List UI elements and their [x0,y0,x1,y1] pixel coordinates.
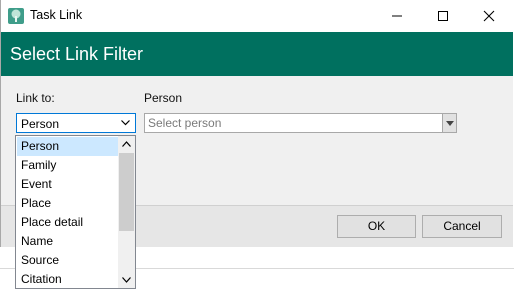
maximize-icon [438,11,448,21]
window-title: Task Link [30,8,83,22]
minimize-button[interactable] [375,0,421,32]
maximize-button[interactable] [421,0,467,32]
person-input-box [144,113,443,133]
list-item-source[interactable]: Source [17,251,119,270]
list-item-name[interactable]: Name [17,232,119,251]
list-item-place-detail[interactable]: Place detail [17,213,119,232]
cancel-button[interactable]: Cancel [422,215,502,238]
list-item-citation[interactable]: Citation [17,270,119,289]
list-scrollbar[interactable] [118,136,135,288]
person-dropdown-button[interactable] [442,113,457,133]
person-label: Person [144,91,183,105]
link-to-dropdown-list: Person Family Event Place Place detail N… [15,135,136,289]
dialog-header: Select Link Filter [1,32,513,76]
dialog-title: Select Link Filter [10,44,144,64]
list-item-event[interactable]: Event [17,175,119,194]
list-item-family[interactable]: Family [17,156,119,175]
minimize-icon [392,15,402,17]
title-bar[interactable]: Task Link [1,0,513,32]
link-to-label: Link to: [16,91,55,105]
list-item-person[interactable]: Person [17,137,119,156]
scrollbar-thumb[interactable] [119,153,134,231]
person-search-input[interactable] [145,114,441,132]
chevron-down-icon [121,120,130,126]
list-item-place[interactable]: Place [17,194,119,213]
triangle-down-icon [446,121,454,126]
ok-button[interactable]: OK [337,215,416,238]
scroll-up-icon[interactable] [122,141,131,147]
scroll-down-icon[interactable] [122,277,131,283]
close-button[interactable] [467,0,513,32]
link-to-value: Person [21,117,60,131]
close-icon [483,10,495,22]
tree-icon [8,8,24,24]
link-to-combobox[interactable]: Person [16,113,136,133]
